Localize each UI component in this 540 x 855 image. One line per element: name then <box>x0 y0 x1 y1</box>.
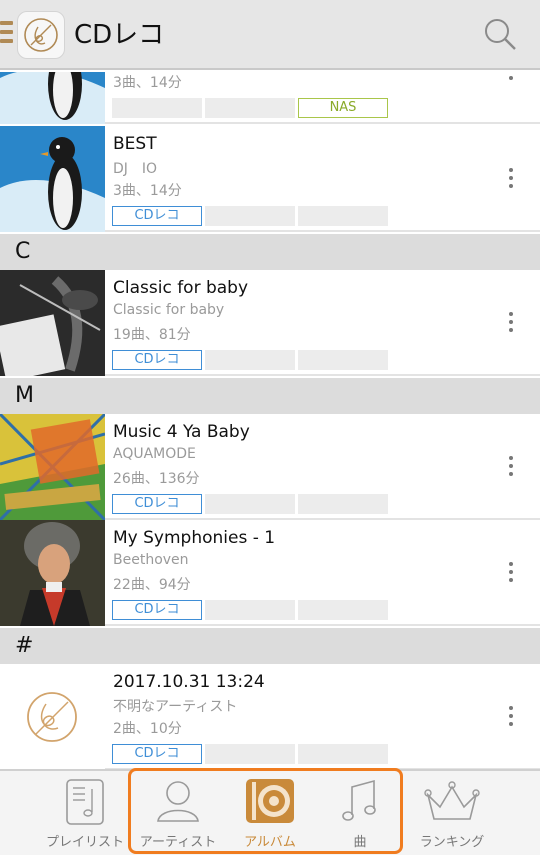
source-tags: CDレコ <box>112 206 388 226</box>
nav-label: ランキング <box>419 835 485 850</box>
source-tag-nas: NAS <box>298 98 388 118</box>
album-title: Classic for baby <box>113 278 249 298</box>
source-tag-cdreco: CDレコ <box>112 206 202 226</box>
source-tag-cdreco: CDレコ <box>112 350 202 370</box>
section-header: # <box>0 628 540 664</box>
album-row[interactable]: Music 4 Ya Baby AQUAMODE 26曲、136分 CDレコ <box>0 414 540 520</box>
more-options-icon[interactable] <box>508 562 514 586</box>
album-artist: Classic for baby <box>113 302 225 318</box>
album-artist: AQUAMODE <box>113 446 196 462</box>
more-options-icon[interactable] <box>508 72 514 84</box>
search-icon[interactable] <box>482 16 518 52</box>
album-art <box>0 520 105 626</box>
album-meta: 3曲、14分 <box>113 75 182 91</box>
album-title: BEST <box>113 134 157 154</box>
album-list[interactable]: 3曲、14分 NAS BEST DJ IO 3曲、14分 CDレコ C Clas… <box>0 72 540 769</box>
album-artist: Beethoven <box>113 552 189 568</box>
nav-label: 曲 <box>353 835 367 850</box>
nav-playlist[interactable]: プレイリスト <box>40 771 130 855</box>
more-options-icon[interactable] <box>508 312 514 336</box>
album-art <box>0 414 105 520</box>
source-tags: NAS <box>112 98 388 118</box>
section-header: C <box>0 234 540 270</box>
nav-album[interactable]: アルバム <box>225 771 315 855</box>
nav-label: プレイリスト <box>45 835 124 850</box>
album-art <box>0 126 105 232</box>
bottom-navigation: プレイリスト アーティスト アルバム 曲 ランキング <box>0 769 540 855</box>
source-tag <box>298 744 388 764</box>
album-art <box>0 72 105 124</box>
album-row[interactable]: Classic for baby Classic for baby 19曲、81… <box>0 270 540 376</box>
music-note-icon <box>342 779 376 821</box>
nav-artist[interactable]: アーティスト <box>133 771 223 855</box>
artist-icon <box>157 781 199 822</box>
album-artist: DJ IO <box>113 161 158 177</box>
source-tags: CDレコ <box>112 744 388 764</box>
source-tag <box>112 98 202 118</box>
nav-label: アーティスト <box>139 835 217 850</box>
section-header: M <box>0 378 540 414</box>
nav-ranking[interactable]: ランキング <box>407 771 497 855</box>
album-meta: 26曲、136分 <box>113 471 200 487</box>
cdreco-logo-icon <box>0 664 105 769</box>
more-options-icon[interactable] <box>508 168 514 192</box>
app-title: CDレコ <box>74 20 165 50</box>
album-icon <box>246 779 294 823</box>
source-tag-cdreco: CDレコ <box>112 494 202 514</box>
album-row[interactable]: 2017.10.31 13:24 不明なアーティスト 2曲、10分 CDレコ <box>0 664 540 769</box>
source-tag <box>298 350 388 370</box>
album-row[interactable]: My Symphonies - 1 Beethoven 22曲、94分 CDレコ <box>0 520 540 626</box>
source-tag-cdreco: CDレコ <box>112 600 202 620</box>
album-meta: 22曲、94分 <box>113 577 191 593</box>
album-meta: 2曲、10分 <box>113 721 182 737</box>
source-tags: CDレコ <box>112 494 388 514</box>
album-meta: 19曲、81分 <box>113 327 191 343</box>
album-title: Music 4 Ya Baby <box>113 422 250 442</box>
more-options-icon[interactable] <box>508 706 514 730</box>
crown-icon <box>424 781 480 820</box>
source-tag <box>205 206 295 226</box>
more-options-icon[interactable] <box>508 456 514 480</box>
album-row[interactable]: 3曲、14分 NAS <box>0 72 540 124</box>
source-tag-cdreco: CDレコ <box>112 744 202 764</box>
source-tag <box>298 494 388 514</box>
source-tag <box>298 206 388 226</box>
album-meta: 3曲、14分 <box>113 183 182 199</box>
source-tag <box>205 600 295 620</box>
app-header: CDレコ <box>0 0 540 70</box>
nav-songs[interactable]: 曲 <box>315 771 405 855</box>
source-tag <box>205 744 295 764</box>
album-art <box>0 270 105 376</box>
source-tag <box>205 350 295 370</box>
hamburger-icon[interactable] <box>0 21 13 49</box>
album-row[interactable]: BEST DJ IO 3曲、14分 CDレコ <box>0 126 540 232</box>
playlist-icon <box>66 779 104 825</box>
album-title: 2017.10.31 13:24 <box>113 672 265 692</box>
source-tag <box>205 98 295 118</box>
album-title: My Symphonies - 1 <box>113 528 276 548</box>
nav-label: アルバム <box>244 835 296 850</box>
cdreco-logo-icon <box>17 11 65 59</box>
source-tags: CDレコ <box>112 350 388 370</box>
source-tags: CDレコ <box>112 600 388 620</box>
source-tag <box>205 494 295 514</box>
album-artist: 不明なアーティスト <box>113 699 238 715</box>
source-tag <box>298 600 388 620</box>
